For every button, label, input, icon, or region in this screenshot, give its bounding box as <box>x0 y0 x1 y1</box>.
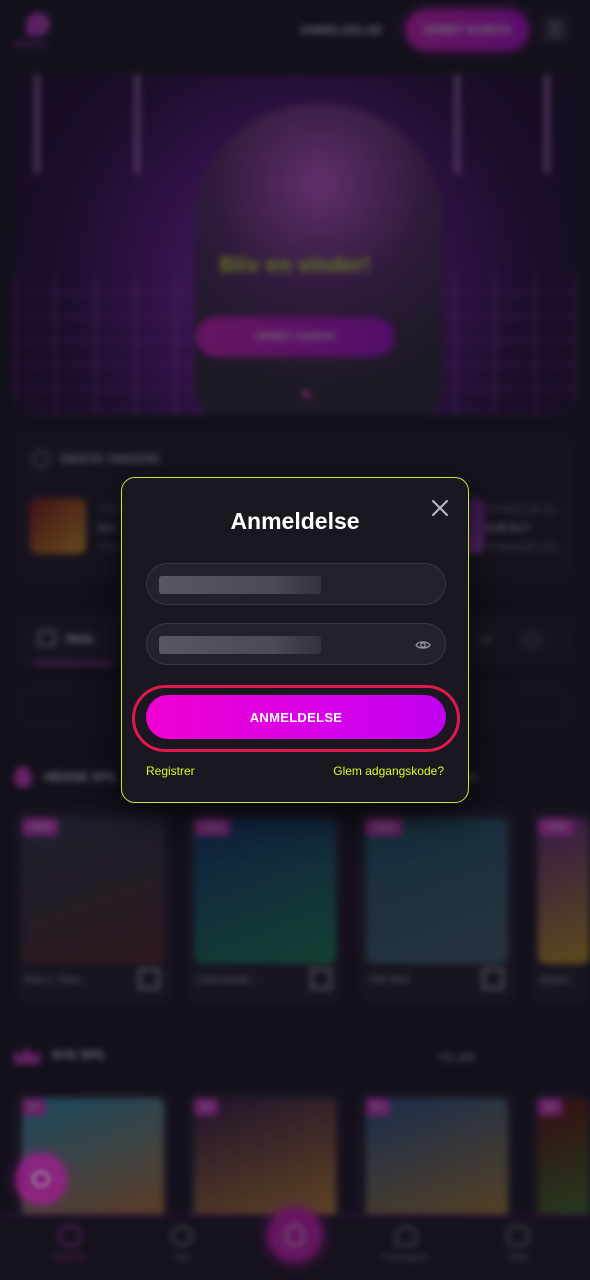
password-value-obscured <box>159 636 321 654</box>
register-link[interactable]: Registrer <box>146 764 195 778</box>
login-modal: Anmeldelse ANMELDELSE Registrer Glem adg… <box>121 477 469 803</box>
forgot-password-link[interactable]: Glem adgangskode? <box>333 764 444 778</box>
modal-title: Anmeldelse <box>230 508 360 534</box>
username-value-obscured <box>159 576 321 594</box>
close-icon[interactable] <box>428 496 452 520</box>
password-field[interactable] <box>146 623 446 665</box>
show-password-eye-icon[interactable] <box>415 637 431 653</box>
login-submit-button[interactable]: ANMELDELSE <box>146 695 446 739</box>
username-field[interactable] <box>146 563 446 605</box>
